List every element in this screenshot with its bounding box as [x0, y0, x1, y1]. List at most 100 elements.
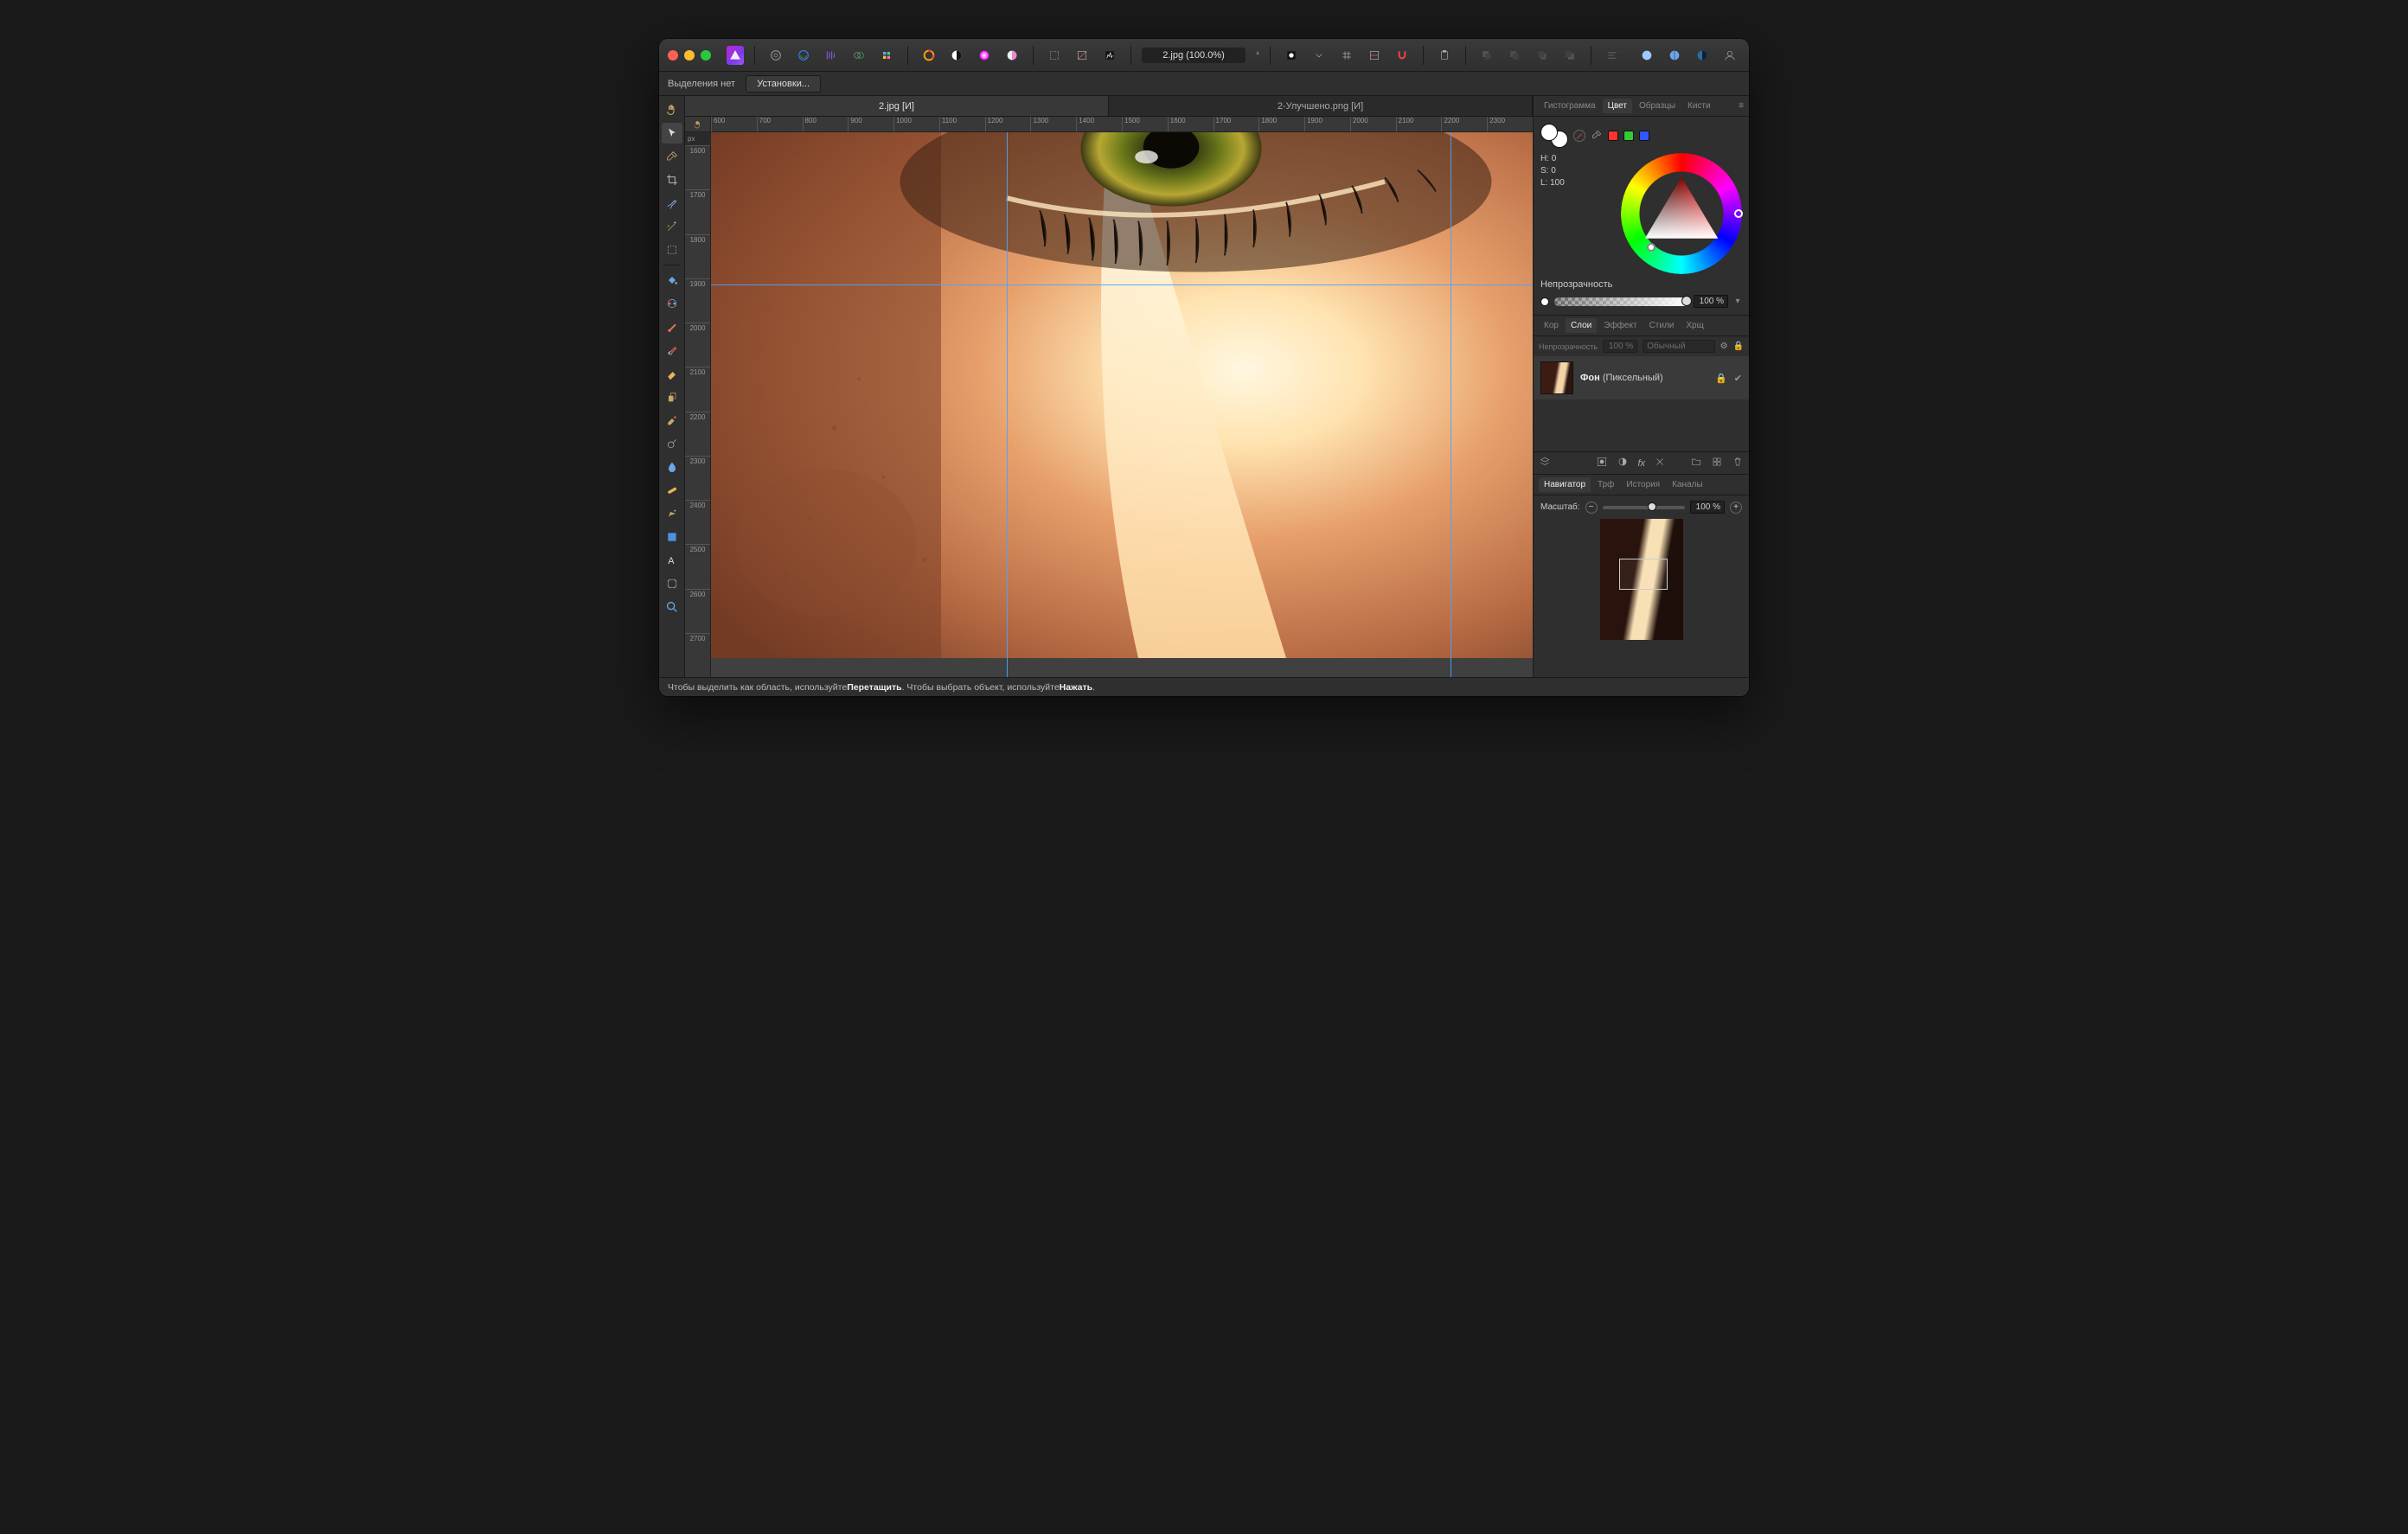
adjustment-icon[interactable]	[1617, 456, 1629, 470]
marquee-icon[interactable]	[1044, 45, 1065, 66]
zoom-slider[interactable]	[1603, 506, 1685, 509]
navigator-preview[interactable]	[1600, 519, 1683, 640]
color-swatch-pair[interactable]	[1540, 124, 1568, 148]
document-tab[interactable]: 2-Улучшено.png [И]	[1109, 96, 1533, 116]
layer-opacity-value[interactable]: 100 %	[1603, 340, 1637, 353]
arrange-front-icon[interactable]	[1559, 45, 1580, 66]
gradient-tool-icon[interactable]	[662, 293, 682, 314]
panel-tab-adjust[interactable]: Кор	[1539, 318, 1564, 333]
document-tab[interactable]: 2.jpg [И]	[685, 96, 1109, 116]
arrange-forward-icon[interactable]	[1532, 45, 1553, 66]
healing-tool-icon[interactable]	[662, 480, 682, 501]
dodge-tool-icon[interactable]	[662, 433, 682, 454]
panel-tab-effects[interactable]: Эффект	[1598, 318, 1642, 333]
layer-lock-icon[interactable]: 🔒	[1733, 342, 1744, 351]
panel-tab-histogram[interactable]: Гистограмма	[1539, 99, 1601, 113]
panel-tab-navigator[interactable]: Навигатор	[1539, 477, 1591, 492]
fx-icon[interactable]: fx	[1637, 458, 1645, 469]
panel-tab-brushes[interactable]: Кисти	[1682, 99, 1716, 113]
view-dark-icon[interactable]	[1692, 45, 1713, 66]
arrange-back-icon[interactable]	[1476, 45, 1497, 66]
mixer-brush-tool-icon[interactable]	[662, 340, 682, 361]
color-chip-blue[interactable]	[1639, 131, 1649, 141]
clip-icon[interactable]	[1654, 456, 1666, 470]
zoom-value[interactable]: 100 %	[1690, 501, 1725, 514]
snap-magnet-icon[interactable]	[1392, 45, 1412, 66]
adjust-spectrum-icon[interactable]	[974, 45, 995, 66]
inpaint-tool-icon[interactable]	[662, 410, 682, 431]
no-color-icon[interactable]	[1573, 130, 1585, 142]
add-layer-icon[interactable]	[1711, 456, 1723, 470]
visible-checkbox[interactable]: ✔	[1734, 373, 1742, 384]
crop-diag-icon[interactable]	[1072, 45, 1092, 66]
flood-fill-tool-icon[interactable]	[662, 270, 682, 291]
persona-export-icon[interactable]	[876, 45, 897, 66]
arrange-backward-icon[interactable]	[1504, 45, 1525, 66]
opacity-dropdown-icon[interactable]: ▾	[1733, 297, 1742, 306]
paintbrush-tool-icon[interactable]	[662, 316, 682, 337]
layer-settings-icon[interactable]: ⚙	[1720, 342, 1728, 351]
adjust-bw-icon[interactable]	[946, 45, 967, 66]
zoom-in-button[interactable]: +	[1730, 502, 1742, 514]
adjust-color-wheel-icon[interactable]	[919, 45, 939, 66]
eraser-tool-icon[interactable]	[662, 363, 682, 384]
group-icon[interactable]	[1690, 456, 1702, 470]
panel-menu-icon[interactable]: ≡	[1739, 101, 1744, 111]
persona-tone-icon[interactable]	[849, 45, 869, 66]
zoom-tool-icon[interactable]	[662, 597, 682, 617]
adjust-lab-icon[interactable]	[1002, 45, 1022, 66]
view-spread-icon[interactable]	[1664, 45, 1685, 66]
eyedropper-mini-icon[interactable]	[1591, 129, 1603, 144]
selection-brush-tool-icon[interactable]	[662, 193, 682, 214]
color-chip-red[interactable]	[1608, 131, 1618, 141]
panel-tab-color[interactable]: Цвет	[1603, 99, 1632, 113]
align-icon[interactable]	[1602, 45, 1623, 66]
blur-tool-icon[interactable]	[662, 457, 682, 477]
panel-tab-stock[interactable]: Хрщ	[1681, 318, 1708, 333]
panel-tab-transform[interactable]: Трф	[1592, 477, 1619, 492]
canvas[interactable]	[711, 132, 1533, 677]
ruler-origin-icon[interactable]	[685, 117, 711, 132]
opacity-slider[interactable]	[1554, 297, 1688, 306]
pen-tool-icon[interactable]	[662, 503, 682, 524]
panel-tab-layers[interactable]: Слои	[1566, 318, 1597, 333]
guide-horizontal[interactable]	[711, 284, 1533, 285]
mesh-tool-icon[interactable]	[662, 573, 682, 594]
color-chip-green[interactable]	[1623, 131, 1634, 141]
text-tool-icon[interactable]: A	[662, 550, 682, 571]
panel-tab-channels[interactable]: Каналы	[1667, 477, 1708, 492]
clone-tool-icon[interactable]	[662, 387, 682, 407]
marquee-tool-icon[interactable]	[662, 240, 682, 260]
color-wheel[interactable]	[1621, 153, 1742, 274]
persona-develop-icon[interactable]	[821, 45, 842, 66]
eyedropper-tool-icon[interactable]	[662, 146, 682, 167]
layer-fx-stack-icon[interactable]	[1539, 456, 1551, 470]
clipboard-icon[interactable]	[1434, 45, 1455, 66]
shape-tool-icon[interactable]	[662, 527, 682, 547]
trash-icon[interactable]	[1732, 456, 1744, 470]
panel-tab-styles[interactable]: Стили	[1644, 318, 1680, 333]
view-pages-icon[interactable]	[1636, 45, 1657, 66]
guides-icon[interactable]	[1364, 45, 1385, 66]
opacity-value[interactable]: 100 %	[1694, 295, 1728, 308]
maximize-window-button[interactable]	[701, 50, 711, 61]
persona-liquify-icon[interactable]	[793, 45, 814, 66]
blend-mode-select[interactable]: Обычный	[1643, 340, 1714, 353]
grid-icon[interactable]	[1336, 45, 1357, 66]
settings-button[interactable]: Установки...	[746, 75, 821, 93]
hand-tool-icon[interactable]	[662, 99, 682, 120]
horizontal-ruler[interactable]: 6007008009001000110012001300140015001600…	[711, 117, 1533, 132]
layer-row[interactable]: Фон (Пиксельный) 🔒 ✔	[1534, 356, 1749, 399]
crop-tool-icon[interactable]	[662, 169, 682, 190]
vertical-ruler[interactable]: 1600170018001900200021002200230024002500…	[685, 145, 711, 677]
navigator-viewport[interactable]	[1619, 559, 1668, 590]
persona-photo-icon[interactable]	[765, 45, 786, 66]
levels-icon[interactable]	[1099, 45, 1120, 66]
magic-wand-tool-icon[interactable]	[662, 216, 682, 237]
quickmask-icon[interactable]	[1281, 45, 1302, 66]
move-tool-icon[interactable]	[662, 123, 682, 144]
minimize-window-button[interactable]	[684, 50, 695, 61]
mask-icon[interactable]	[1596, 456, 1608, 470]
account-icon[interactable]	[1720, 45, 1740, 66]
close-window-button[interactable]	[668, 50, 678, 61]
